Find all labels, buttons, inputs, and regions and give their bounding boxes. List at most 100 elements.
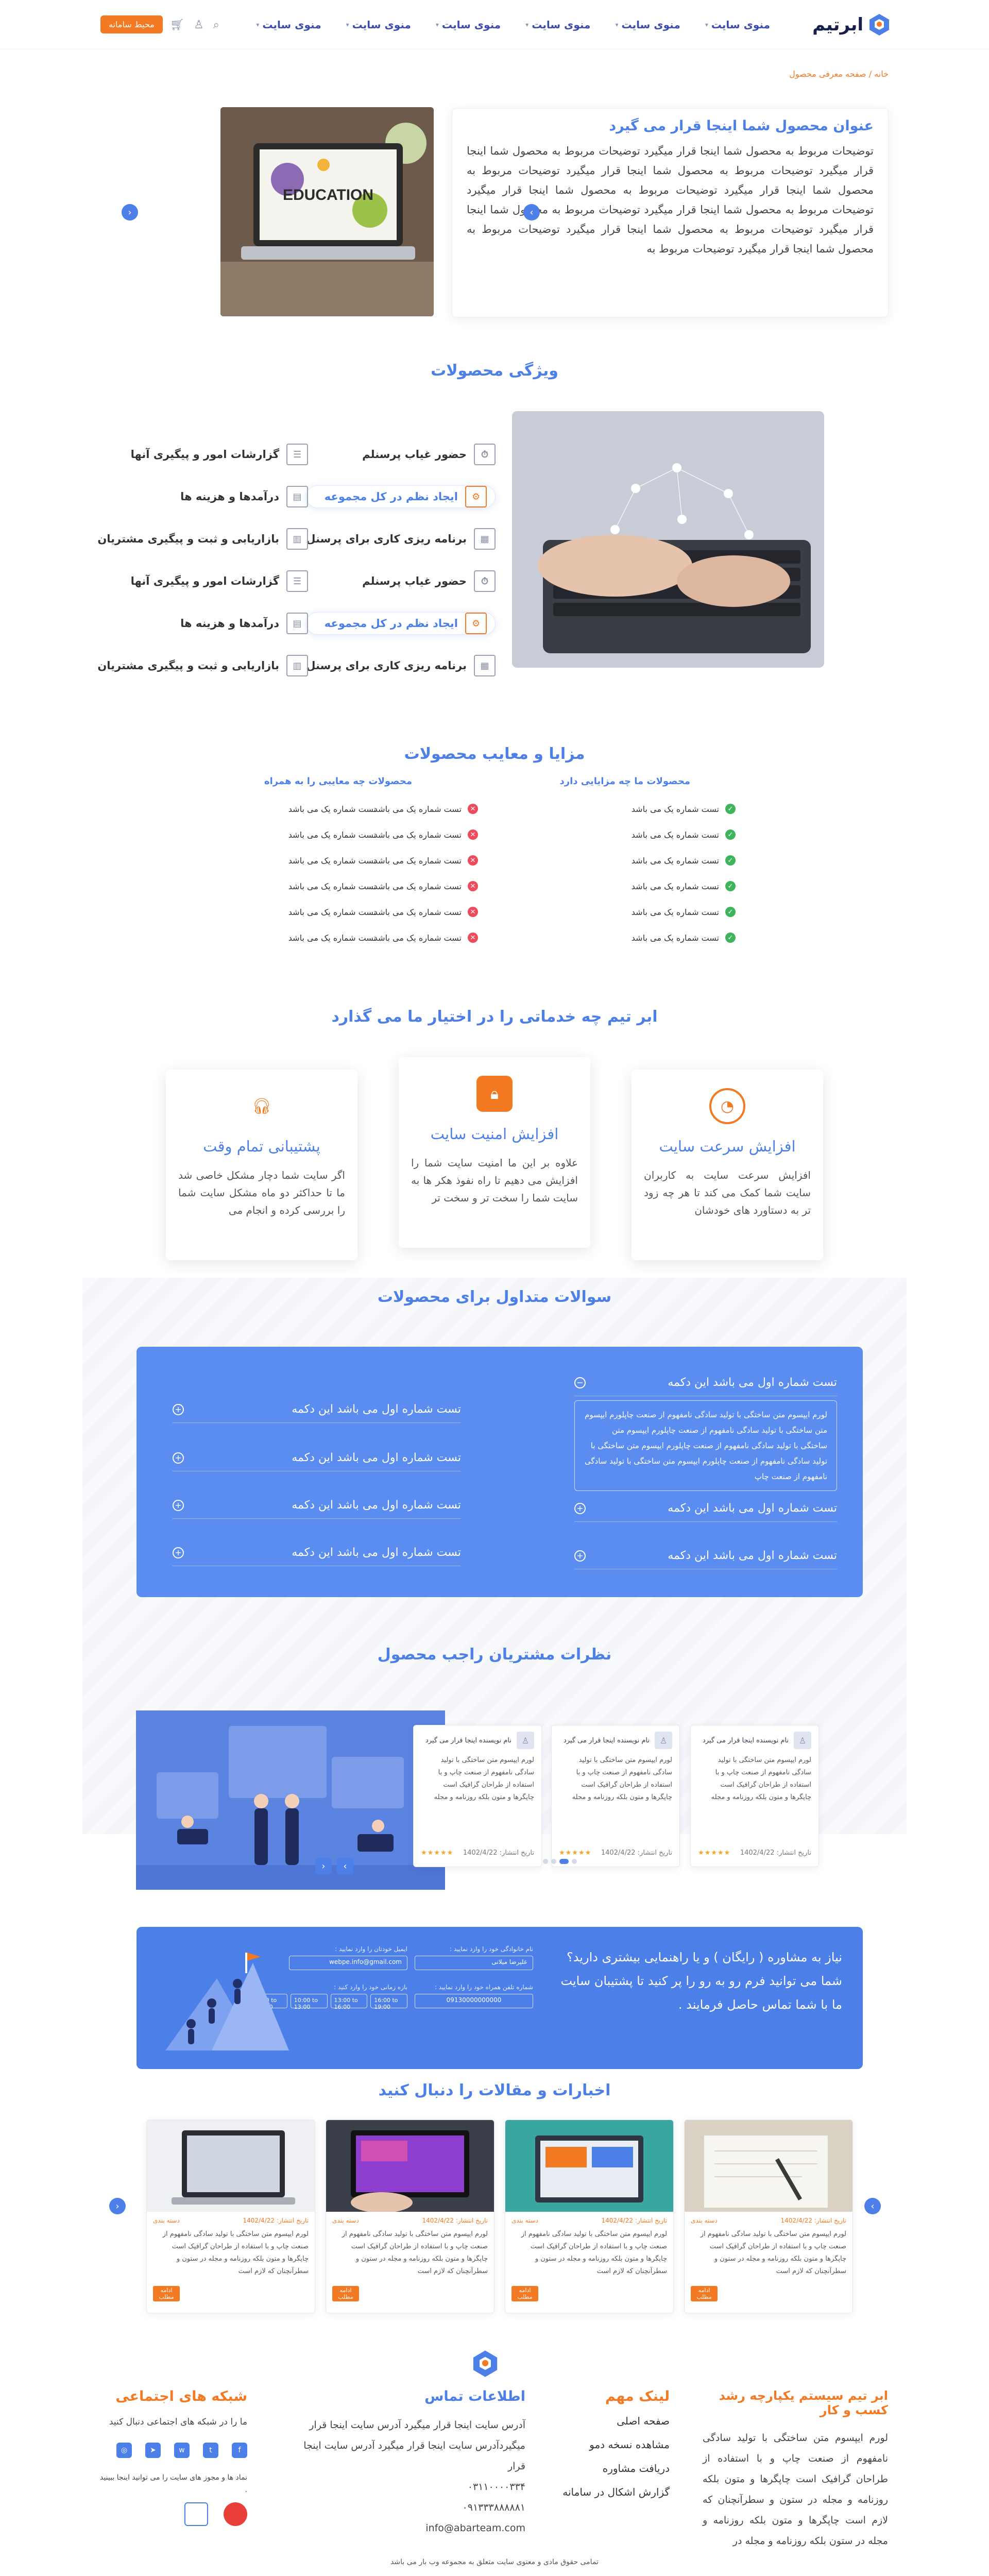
faq-question[interactable]: تست شماره اول می باشد این دکمه +	[173, 1445, 461, 1471]
footer-link[interactable]: دریافت مشاوره	[556, 2462, 670, 2475]
footer-email[interactable]: info@abarteam.com	[299, 2518, 525, 2538]
feature-item[interactable]: ⏱ حضور غیاب پرسنلم	[306, 570, 496, 592]
footer-social-text: ما را در شبکه های اجتماعی دنبال کنید	[109, 2417, 247, 2427]
consultation-headline: نیاز به مشاوره ( رایگان ) و یا راهنمایی …	[560, 1950, 842, 2012]
time-option[interactable]: 16:00 to 19:00	[370, 1994, 407, 2010]
news-category: دسته بندی	[511, 2217, 538, 2224]
feature-item[interactable]: ▦ برنامه ریزی کاری برای پرسنل	[306, 654, 496, 677]
faq-question[interactable]: تست شماره اول می باشد این دکمه +	[173, 1492, 461, 1519]
breadcrumb[interactable]: خانه / صفحه معرفی محصول	[789, 69, 889, 79]
testimonial-next-button[interactable]: ›	[337, 1858, 353, 1874]
news-date: تاریخ انتشار: 1402/4/22	[780, 2217, 846, 2224]
user-icon[interactable]: ♙	[194, 19, 204, 31]
footer-link[interactable]: صفحه اصلی	[556, 2415, 670, 2427]
email-input[interactable]: webpe.info@gmail.com	[289, 1956, 407, 1970]
testimonials-title: نظرات مشتریان راجب محصول	[377, 1646, 612, 1664]
time-option[interactable]: 10:00 to 13:00	[290, 1994, 328, 2010]
faq-question-open[interactable]: تست شماره اول می باشد این دکمه −	[574, 1369, 837, 1396]
faq-question[interactable]: تست شماره اول می باشد این دکمه +	[173, 1396, 461, 1423]
feature-label: گزارشات امور و پیگیری آنها	[130, 448, 279, 461]
feature-item-active[interactable]: ⚙ ایجاد نظم در کل مجموعه	[306, 485, 496, 508]
telegram-icon[interactable]: ➤	[145, 2443, 161, 2458]
hero-image: EDUCATION	[220, 107, 434, 316]
service-card[interactable]: ◔ افزایش سرعت سایت افزایش سرعت سایت به ک…	[632, 1070, 823, 1260]
search-icon[interactable]: ⌕	[213, 19, 219, 31]
nav-item[interactable]: منوی سایت	[346, 19, 411, 31]
cross-icon: ✕	[468, 804, 478, 814]
faq-title: سوالات متداول برای محصولات	[377, 1288, 612, 1306]
service-text: افزایش سرعت سایت به کاربران سایت شما کمک…	[644, 1169, 811, 1216]
carousel-dot-active[interactable]	[559, 1859, 569, 1864]
news-card[interactable]: تاریخ انتشار: 1402/4/22 دسته بندی لورم ای…	[146, 2120, 315, 2313]
footer-about-title: ابر تیم سیستم یکپارچه رشد کسب و کار	[719, 2388, 888, 2417]
feature-item[interactable]: ☰ گزارشات امور و پیگیری آنها	[97, 443, 308, 466]
enamad-badge-icon[interactable]	[224, 2502, 247, 2526]
feature-item-active[interactable]: ⚙ ایجاد نظم در کل مجموعه	[306, 612, 496, 635]
hero-prev-button[interactable]: ‹	[122, 204, 138, 221]
cross-icon: ✕	[468, 933, 478, 943]
feature-item[interactable]: ▤ درآمدها و هزینه ها	[97, 485, 308, 508]
news-card[interactable]: تاریخ انتشار: 1402/4/22 دسته بندی لورم ای…	[326, 2120, 494, 2313]
consultation-panel: نیاز به مشاوره ( رایگان ) و یا راهنمایی …	[137, 1927, 863, 2069]
feature-label: ایجاد نظم در کل مجموعه	[324, 490, 458, 503]
avatar: ♙	[794, 1732, 811, 1749]
faq-question[interactable]: تست شماره اول می باشد این دکمه +	[574, 1495, 837, 1522]
read-more-button[interactable]: ادامه مطلب	[153, 2286, 180, 2301]
testimonial-text: لورم ایپسوم متن ساختگی با تولید سادگی نا…	[434, 1756, 534, 1801]
news-next-button[interactable]: ›	[864, 2198, 881, 2214]
plus-icon: +	[574, 1502, 586, 1514]
read-more-button[interactable]: ادامه مطلب	[691, 2286, 718, 2301]
facebook-icon[interactable]: f	[232, 2443, 247, 2458]
nav-item[interactable]: منوی سایت	[436, 19, 501, 31]
feature-item[interactable]: ▤ درآمدها و هزینه ها	[97, 612, 308, 635]
read-more-button[interactable]: ادامه مطلب	[332, 2286, 359, 2301]
name-input[interactable]: علیرضا میلانی	[415, 1956, 533, 1970]
footer-link[interactable]: گزارش اشکال در سامانه	[556, 2486, 670, 2498]
feature-item[interactable]: ⏱ حضور غیاب پرسنلم	[306, 443, 496, 466]
service-card[interactable]: 🎧︎ پشتیبانی تمام وقت اگر سایت شما دچار م…	[166, 1070, 357, 1260]
demo-button[interactable]: محیط سامانه	[100, 15, 163, 33]
carousel-dot[interactable]	[543, 1859, 548, 1864]
whatsapp-icon[interactable]: w	[174, 2443, 190, 2458]
services-title: ابر تیم چه خدماتی را در اختیار ما می گذا…	[331, 1008, 658, 1026]
service-card[interactable]: 🔒︎ افزایش امنیت سایت علاوه بر این ما امن…	[399, 1057, 590, 1248]
check-icon: ✓	[725, 881, 736, 891]
testimonial-prev-button[interactable]: ‹	[315, 1858, 332, 1874]
faq-question[interactable]: تست شماره اول می باشد این دکمه +	[173, 1539, 461, 1566]
carousel-dot[interactable]	[551, 1859, 556, 1864]
feature-item[interactable]: ☰ گزارشات امور و پیگیری آنها	[97, 570, 308, 592]
hero-next-button[interactable]: ›	[523, 204, 540, 221]
samandehi-badge-icon[interactable]	[184, 2502, 208, 2526]
site-logo[interactable]: ابرتیم	[812, 9, 891, 40]
read-more-button[interactable]: ادامه مطلب	[511, 2286, 538, 2301]
time-option[interactable]: 13:00 to 16:00	[330, 1994, 368, 2010]
nav-item[interactable]: منوی سایت	[705, 19, 770, 31]
news-card[interactable]: تاریخ انتشار: 1402/4/22 دسته بندی لورم ای…	[684, 2120, 853, 2313]
news-prev-button[interactable]: ‹	[109, 2198, 126, 2214]
news-card[interactable]: تاریخ انتشار: 1402/4/22 دسته بندی لورم ای…	[505, 2120, 674, 2313]
plus-icon: +	[173, 1547, 184, 1558]
news-date: تاریخ انتشار: 1402/4/22	[422, 2217, 488, 2224]
feature-item[interactable]: ▥ بازاریابی و ثبت و پیگیری مشتریان	[97, 654, 308, 677]
nav-item[interactable]: منوی سایت	[256, 19, 321, 31]
footer-mobile[interactable]: ۰۹۱۳۳۳۸۸۸۸۸۱	[299, 2497, 525, 2518]
con-item: ✕ تست شماره یک می باشد	[374, 829, 478, 840]
feature-item[interactable]: ▦ برنامه ریزی کاری برای پرسنل	[306, 528, 496, 550]
plus-icon: +	[173, 1452, 184, 1464]
feature-label: برنامه ریزی کاری برای پرسنل	[306, 659, 467, 672]
feature-label: حضور غیاب پرسنلم	[362, 448, 467, 461]
news-category: دسته بندی	[332, 2217, 359, 2224]
nav-item[interactable]: منوی سایت	[525, 19, 590, 31]
faq-question[interactable]: تست شماره اول می باشد این دکمه +	[574, 1543, 837, 1569]
feature-item[interactable]: ▥ بازاریابی و ثبت و پیگیری مشتریان	[97, 528, 308, 550]
carousel-dot[interactable]	[572, 1859, 577, 1864]
nav-item[interactable]: منوی سایت	[615, 19, 680, 31]
cart-icon[interactable]: 🛒︎	[170, 19, 184, 31]
footer-logo-icon	[473, 2350, 498, 2377]
phone-input[interactable]: 09130000000000	[415, 1994, 533, 2008]
instagram-icon[interactable]: ◎	[116, 2443, 132, 2458]
footer-phone[interactable]: ۰۳۱۱۰۰۰۰۳۳۴	[299, 2477, 525, 2497]
twitter-icon[interactable]: t	[203, 2443, 218, 2458]
footer-link[interactable]: مشاهده نسخه دمو	[556, 2438, 670, 2451]
laptop-illustration: EDUCATION	[220, 107, 434, 316]
